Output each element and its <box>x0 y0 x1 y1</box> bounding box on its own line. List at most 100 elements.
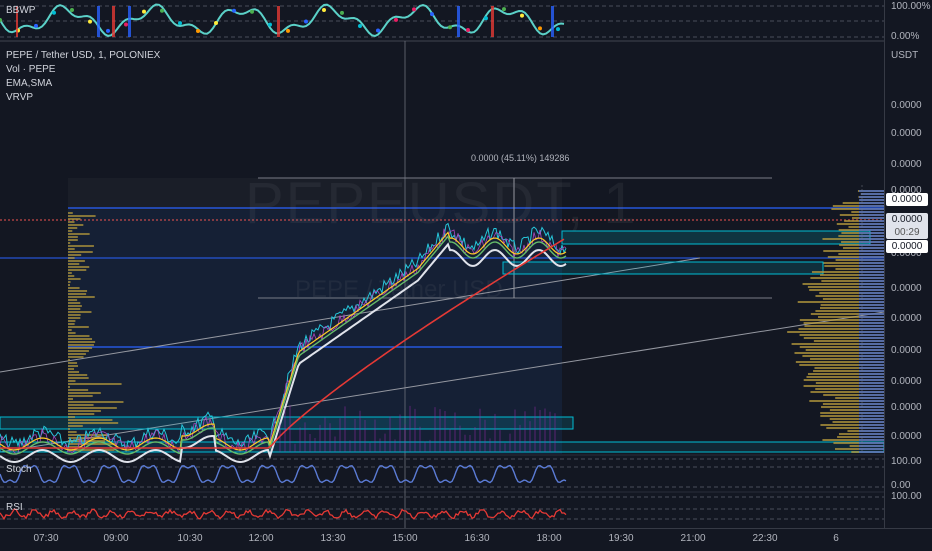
time-tick: 09:00 <box>103 533 129 544</box>
vrvp-bar <box>68 389 89 391</box>
bbwp-dot <box>430 12 434 17</box>
bbwp-scale-bottom: 0.00% <box>891 31 920 42</box>
vrvp-bar <box>68 239 78 241</box>
vrvp-bar <box>68 341 96 343</box>
vrvp-bar <box>68 335 90 337</box>
bbwp-marker <box>491 6 494 37</box>
price-box-current: 0.0000 00:29 <box>886 213 928 239</box>
vrvp-bar <box>859 331 884 333</box>
bbwp-dot <box>538 26 542 31</box>
vrvp-bar <box>859 253 884 255</box>
vrvp-bar <box>68 323 75 325</box>
vrvp-bar <box>859 340 884 342</box>
vrvp-bar <box>859 214 884 216</box>
bbwp-dot <box>340 10 344 15</box>
vrvp-bar <box>859 409 884 411</box>
vrvp-bar <box>859 355 884 357</box>
vrvp-bar <box>68 416 76 418</box>
vrvp-bar <box>68 224 84 226</box>
time-tick: 18:00 <box>536 533 562 544</box>
vrvp-bar <box>68 347 93 349</box>
vrvp-bar <box>859 316 884 318</box>
bbwp-dot <box>520 13 524 18</box>
vrvp-bar <box>859 238 884 240</box>
vrvp-bar <box>859 217 884 219</box>
vrvp-bar <box>859 313 884 315</box>
vrvp-bar <box>859 442 884 444</box>
vrvp-bar <box>68 425 83 427</box>
vrvp-bar <box>859 430 884 432</box>
vrvp-bar <box>68 377 89 379</box>
vrvp-bar <box>68 236 78 238</box>
vrvp-bar <box>68 380 76 382</box>
currency-label: USDT <box>891 50 919 61</box>
vrvp-bar <box>860 193 884 195</box>
stoch-line <box>0 464 567 484</box>
vrvp-bar <box>859 262 884 264</box>
price-box-bottom: 0.0000 <box>886 240 928 253</box>
vrvp-bar <box>859 451 884 453</box>
bbwp-dot <box>304 19 308 24</box>
vrvp-bar <box>68 413 95 415</box>
bbwp-dot <box>232 8 236 13</box>
vrvp-bar <box>859 271 884 273</box>
bbwp-line <box>0 3 565 38</box>
vrvp-bar <box>68 419 113 421</box>
vrvp-bar <box>68 395 93 397</box>
vrvp-bar <box>859 283 884 285</box>
stoch-label[interactable]: Stoch <box>6 464 32 475</box>
vrvp-bar <box>859 235 884 237</box>
vrvp-bar <box>68 329 72 331</box>
vrvp-bar <box>68 350 89 352</box>
bbwp-dot <box>448 25 452 30</box>
vrvp-bar <box>859 412 884 414</box>
vrvp-bar <box>68 344 94 346</box>
vrvp-bar <box>68 428 70 430</box>
vrvp-bar <box>859 202 884 204</box>
vrvp-bar <box>859 361 884 363</box>
vrvp-bar <box>859 319 884 321</box>
price-tick: 0.0000 <box>891 376 922 387</box>
vrvp-bar <box>68 227 78 229</box>
price-tick: 0.0000 <box>891 402 922 413</box>
vrvp-bar <box>859 301 884 303</box>
vrvp-bar <box>859 439 884 441</box>
vrvp-bar <box>68 278 81 280</box>
bbwp-marker <box>277 6 280 37</box>
vrvp-bar <box>68 383 122 385</box>
vrvp-bar <box>68 302 81 304</box>
legend-ema-sma[interactable]: EMA,SMA <box>6 77 160 91</box>
vrvp-bar <box>68 338 93 340</box>
vrvp-bar <box>859 232 884 234</box>
price-box-top: 0.0000 <box>886 193 928 206</box>
vrvp-bar <box>68 233 90 235</box>
price-tick: 0.0000 <box>891 431 922 442</box>
vrvp-bar <box>68 431 77 433</box>
symbol-title[interactable]: PEPE / Tether USD, 1, POLONIEX <box>6 49 160 63</box>
vrvp-bar <box>859 310 884 312</box>
legend-vrvp[interactable]: VRVP <box>6 91 160 105</box>
vrvp-bar <box>859 244 884 246</box>
vrvp-bar <box>859 205 884 207</box>
vrvp-bar <box>859 334 884 336</box>
rsi-label[interactable]: RSI <box>6 502 23 513</box>
vrvp-bar <box>859 421 884 423</box>
bbwp-dot <box>394 17 398 22</box>
time-tick: 10:30 <box>177 533 203 544</box>
vrvp-bar <box>68 326 89 328</box>
vrvp-bar <box>68 314 81 316</box>
bbwp-dot <box>160 8 164 13</box>
vrvp-bar <box>68 266 90 268</box>
bbwp-marker <box>551 6 554 37</box>
vrvp-bar <box>859 346 884 348</box>
vrvp-bar <box>68 275 75 277</box>
bbwp-label[interactable]: BBWP <box>6 5 35 16</box>
vrvp-bar <box>859 397 884 399</box>
vrvp-bar <box>859 391 884 393</box>
vrvp-bar <box>859 343 884 345</box>
price-axis[interactable] <box>884 0 932 528</box>
vrvp-bar <box>68 368 75 370</box>
legend-volume[interactable]: Vol · PEPE <box>6 63 160 77</box>
vrvp-bar <box>859 373 884 375</box>
bbwp-dot <box>286 28 290 33</box>
